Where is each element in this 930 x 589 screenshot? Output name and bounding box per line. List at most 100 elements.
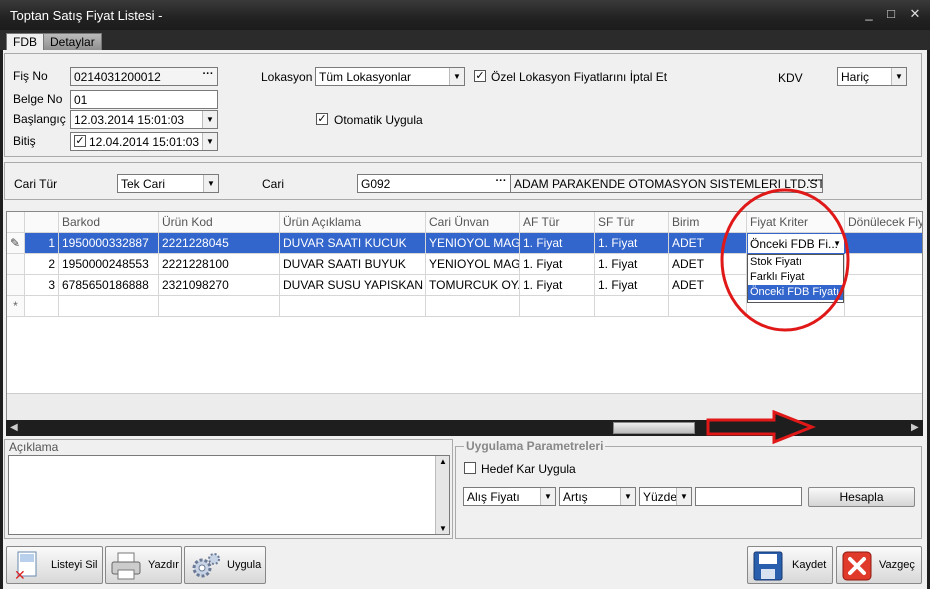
cell-barkod[interactable]: 1950000248553 [59, 254, 159, 275]
col-urun-kod[interactable]: Ürün Kod [159, 212, 280, 233]
minimize-button[interactable]: _ [860, 5, 878, 23]
col-af-tur[interactable]: AF Tür [520, 212, 595, 233]
chevron-down-icon[interactable]: ▼ [540, 488, 555, 505]
ozel-lokasyon-checkbox[interactable]: ✓ [474, 70, 486, 82]
cell-urun-kod[interactable]: 2221228045 [159, 233, 280, 254]
bitis-checkbox[interactable]: ✓ [74, 135, 86, 147]
cari-tur-label: Cari Tür [14, 177, 58, 191]
row-number: 1 [25, 233, 59, 254]
cell-af[interactable]: 1. Fiyat [520, 254, 595, 275]
belge-no-value: 01 [74, 93, 88, 107]
cari-code-field[interactable]: G092 ··· [357, 174, 511, 193]
new-cell[interactable] [25, 296, 59, 317]
new-cell[interactable] [426, 296, 520, 317]
yuzde-select[interactable]: Yüzde ▼ [639, 487, 692, 506]
aciklama-textarea[interactable]: ▲ ▼ [8, 455, 450, 535]
window-title: Toptan Satış Fiyat Listesi - [10, 8, 163, 23]
col-sf-tur[interactable]: SF Tür [595, 212, 669, 233]
chevron-down-icon[interactable]: ▼ [203, 175, 218, 192]
yazdir-button[interactable]: Yazdır [105, 546, 182, 584]
scroll-thumb[interactable] [613, 422, 695, 434]
uygula-button[interactable]: Uygula [184, 546, 266, 584]
svg-text:✕: ✕ [14, 568, 26, 582]
scroll-right-icon[interactable]: ▶ [911, 422, 919, 433]
new-cell[interactable] [520, 296, 595, 317]
otomatik-uygula-checkbox[interactable]: ✓ [316, 113, 328, 125]
cell-aciklama[interactable]: DUVAR SAATI BUYUK [280, 254, 426, 275]
cari-browse-button[interactable]: ··· [492, 175, 510, 192]
scroll-left-icon[interactable]: ◀ [10, 422, 18, 433]
hedef-kar-label: Hedef Kar Uygula [481, 462, 576, 476]
tab-detaylar[interactable]: Detaylar [43, 33, 102, 51]
new-cell[interactable] [59, 296, 159, 317]
cell-aciklama[interactable]: DUVAR SUSU YAPISKAN [280, 275, 426, 296]
tab-fdb[interactable]: FDB [6, 33, 44, 51]
bitis-date[interactable]: ✓ 12.04.2014 15:01:03 ▼ [70, 132, 218, 151]
col-barkod[interactable]: Barkod [59, 212, 159, 233]
yazdir-label: Yazdır [148, 559, 179, 571]
cell-urun-kod[interactable]: 2321098270 [159, 275, 280, 296]
new-row-marker: * [7, 296, 25, 317]
belge-no-field[interactable]: 01 [70, 90, 218, 109]
alis-fiyati-select[interactable]: Alış Fiyatı ▼ [463, 487, 556, 506]
scroll-down-icon[interactable]: ▼ [439, 524, 447, 533]
uygula-label: Uygula [227, 559, 262, 571]
cell-af[interactable]: 1. Fiyat [520, 233, 595, 254]
chevron-down-icon[interactable]: ▼ [891, 68, 906, 85]
cari-tur-select[interactable]: Tek Cari ▼ [117, 174, 219, 193]
hedef-kar-checkbox[interactable] [464, 462, 476, 474]
tab-bar: FDB Detaylar [0, 30, 930, 51]
chevron-down-icon[interactable]: ▼ [620, 488, 635, 505]
fis-no-label: Fiş No [13, 69, 48, 83]
cell-donulecek[interactable] [845, 254, 922, 275]
col-urun-aciklama[interactable]: Ürün Açıklama [280, 212, 426, 233]
otomatik-uygula-label: Otomatik Uygula [334, 113, 423, 127]
new-cell[interactable] [280, 296, 426, 317]
bitis-value: 12.04.2014 15:01:03 [89, 135, 200, 149]
artis-select[interactable]: Artış ▼ [559, 487, 636, 506]
cell-barkod[interactable]: 1950000332887 [59, 233, 159, 254]
cell-sf[interactable]: 1. Fiyat [595, 254, 669, 275]
cell-donulecek[interactable] [845, 233, 922, 254]
col-donulecek-fiyat[interactable]: Dönülecek Fiyat [845, 212, 922, 233]
chevron-down-icon[interactable]: ▼ [676, 488, 691, 505]
cell-af[interactable]: 1. Fiyat [520, 275, 595, 296]
gears-icon [192, 553, 220, 578]
fis-no-browse-button[interactable]: ··· [199, 68, 217, 85]
vazgec-button[interactable]: Vazgeç [836, 546, 922, 584]
params-title: Uygulama Parametreleri [464, 439, 606, 453]
listeyi-sil-button[interactable]: ✕ Listeyi Sil [6, 546, 103, 584]
amount-input[interactable] [695, 487, 802, 506]
new-cell[interactable] [595, 296, 669, 317]
cell-donulecek[interactable] [845, 275, 922, 296]
row-indicator [7, 275, 25, 296]
kaydet-button[interactable]: Kaydet [747, 546, 833, 584]
cell-cari[interactable]: YENIOYOL MAG... [426, 254, 520, 275]
chevron-down-icon[interactable]: ▼ [202, 111, 217, 128]
cell-urun-kod[interactable]: 2221228100 [159, 254, 280, 275]
col-cari-unvan[interactable]: Cari Ünvan [426, 212, 520, 233]
scroll-up-icon[interactable]: ▲ [439, 457, 447, 466]
restore-button[interactable]: □ [882, 5, 900, 23]
close-button[interactable]: ✕ [906, 5, 924, 23]
aciklama-scrollbar[interactable]: ▲ ▼ [435, 456, 449, 534]
fis-no-field[interactable]: 0214031200012 ··· [70, 67, 218, 86]
cell-sf[interactable]: 1. Fiyat [595, 233, 669, 254]
chevron-down-icon[interactable]: ▼ [449, 68, 464, 85]
cell-sf[interactable]: 1. Fiyat [595, 275, 669, 296]
lokasyon-select[interactable]: Tüm Lokasyonlar ▼ [315, 67, 465, 86]
cell-cari[interactable]: TOMURCUK OY... [426, 275, 520, 296]
new-cell[interactable] [845, 296, 922, 317]
belge-no-label: Belge No [13, 92, 63, 106]
kdv-select[interactable]: Hariç ▼ [837, 67, 907, 86]
annotation-circle [720, 188, 850, 332]
hesapla-button[interactable]: Hesapla [808, 487, 915, 507]
cell-barkod[interactable]: 6785650186888 [59, 275, 159, 296]
bitis-label: Bitiş [13, 134, 36, 148]
new-cell[interactable] [159, 296, 280, 317]
baslangic-date[interactable]: 12.03.2014 15:01:03 ▼ [70, 110, 218, 129]
cancel-x-icon [842, 551, 872, 581]
cell-cari[interactable]: YENIOYOL MAG... [426, 233, 520, 254]
cell-aciklama[interactable]: DUVAR SAATI KUCUK [280, 233, 426, 254]
chevron-down-icon[interactable]: ▼ [202, 133, 217, 150]
